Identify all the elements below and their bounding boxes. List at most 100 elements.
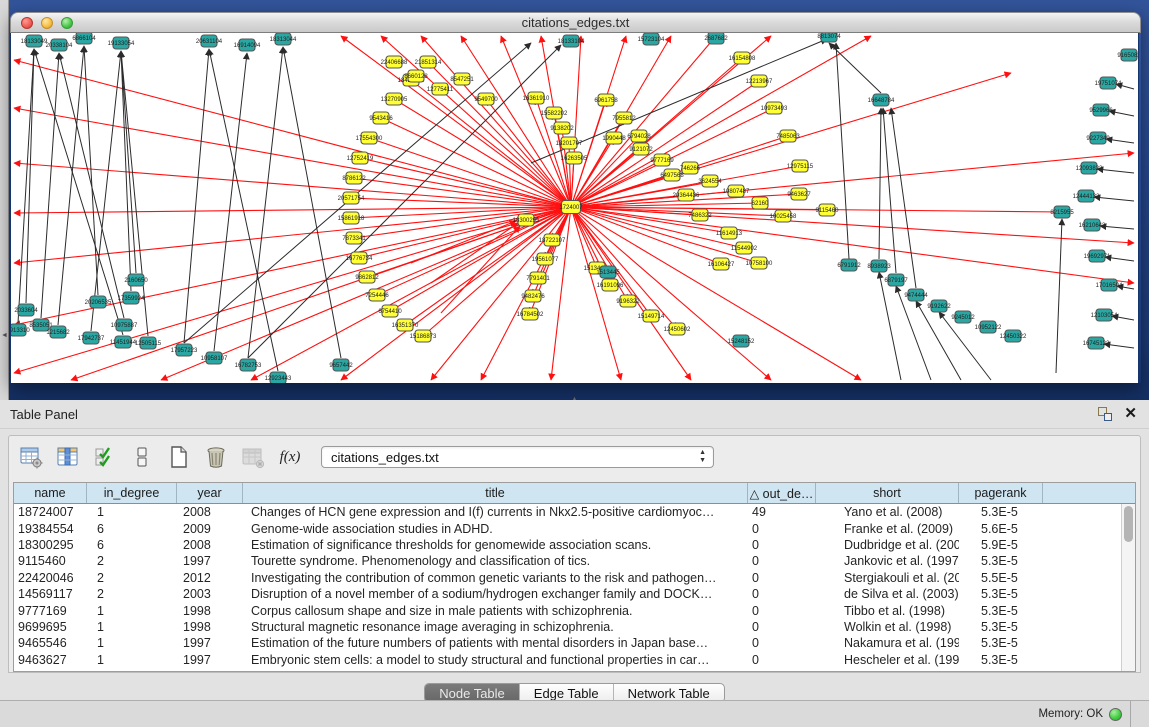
table-cell[interactable]: 19384554 xyxy=(14,522,87,536)
close-panel-icon[interactable]: ✕ xyxy=(1124,407,1137,421)
table-cell[interactable]: 2 xyxy=(87,571,177,585)
table-cell[interactable]: 0 xyxy=(748,522,816,536)
table-cell[interactable]: 2 xyxy=(87,587,177,601)
table-cell[interactable]: 49 xyxy=(748,505,816,519)
table-cell[interactable]: Nakamura et al. (1997) xyxy=(816,636,959,650)
table-cell[interactable]: Jankovic et al. (1997) xyxy=(816,554,959,568)
table-cell[interactable]: 9115460 xyxy=(14,554,87,568)
table-cell[interactable]: 1997 xyxy=(177,653,243,667)
column-header-pagerank[interactable]: pagerank xyxy=(959,483,1043,503)
table-cell[interactable]: 1 xyxy=(87,653,177,667)
table-cell[interactable]: 0 xyxy=(748,587,816,601)
table-cell[interactable]: 0 xyxy=(748,636,816,650)
table-cell[interactable]: Genome-wide association studies in ADHD. xyxy=(243,522,748,536)
network-canvas[interactable]: 2185131418420225132709059543416175543001… xyxy=(10,33,1139,383)
table-cell[interactable]: 18300295 xyxy=(14,538,87,552)
table-cell[interactable]: 2008 xyxy=(177,505,243,519)
table-cell[interactable]: 5.3E-5 xyxy=(959,604,1043,618)
table-selector-dropdown[interactable]: citations_edges.txt ▲▼ xyxy=(321,446,714,468)
table-cell[interactable]: 0 xyxy=(748,620,816,634)
column-header-title[interactable]: title xyxy=(243,483,748,503)
table-cell[interactable]: 2008 xyxy=(177,538,243,552)
table-cell[interactable]: 0 xyxy=(748,653,816,667)
network-view-window[interactable]: citations_edges.txt 21851314184202251327… xyxy=(10,12,1141,383)
table-cell[interactable]: 5.3E-5 xyxy=(959,636,1043,650)
table-cell[interactable]: 5.5E-5 xyxy=(959,571,1043,585)
collapsed-west-panel[interactable]: ◄ xyxy=(0,0,9,400)
column-header-year[interactable]: year xyxy=(177,483,243,503)
table-cell[interactable]: 1998 xyxy=(177,604,243,618)
table-cell[interactable]: 5.3E-5 xyxy=(959,554,1043,568)
table-cell[interactable]: Investigating the contribution of common… xyxy=(243,571,748,585)
column-header-name[interactable]: name xyxy=(14,483,87,503)
table-cell[interactable]: Dudbridge et al. (2008) xyxy=(816,538,959,552)
table-cell[interactable]: 1 xyxy=(87,604,177,618)
table-cell[interactable]: 0 xyxy=(748,554,816,568)
table-cell[interactable]: 5.3E-5 xyxy=(959,505,1043,519)
node-table-rows[interactable]: 1872400712008Changes of HCN gene express… xyxy=(14,504,1121,671)
table-options-icon[interactable] xyxy=(19,445,43,469)
column-header-short[interactable]: short xyxy=(816,483,959,503)
table-cell[interactable]: de Silva et al. (2003) xyxy=(816,587,959,601)
memory-ok-indicator-icon[interactable] xyxy=(1109,708,1122,721)
show-column-icon[interactable] xyxy=(56,445,80,469)
table-row[interactable]: 1456911722003Disruption of a novel membe… xyxy=(14,586,1121,602)
scrollbar-thumb[interactable] xyxy=(1124,506,1133,542)
table-row[interactable]: 1872400712008Changes of HCN gene express… xyxy=(14,504,1121,520)
table-cell[interactable]: 9777169 xyxy=(14,604,87,618)
table-cell[interactable]: Tourette syndrome. Phenomenology and cla… xyxy=(243,554,748,568)
table-cell[interactable]: 0 xyxy=(748,538,816,552)
selection-mode-icon[interactable] xyxy=(93,445,117,469)
table-cell[interactable]: 5.3E-5 xyxy=(959,653,1043,667)
table-row[interactable]: 946362711997Embryonic stem cells: a mode… xyxy=(14,652,1121,668)
table-cell[interactable]: Tibbo et al. (1998) xyxy=(816,604,959,618)
table-cell[interactable]: Yano et al. (2008) xyxy=(816,505,959,519)
table-cell[interactable]: 14569117 xyxy=(14,587,87,601)
column-header-in_degree[interactable]: in_degree xyxy=(87,483,177,503)
create-table-icon[interactable] xyxy=(167,445,191,469)
table-cell[interactable]: 0 xyxy=(748,604,816,618)
node-table-header[interactable]: namein_degreeyeartitle△ out_de…shortpage… xyxy=(14,483,1135,504)
table-cell[interactable]: 5.3E-5 xyxy=(959,620,1043,634)
table-row[interactable]: 1938455462009Genome-wide association stu… xyxy=(14,520,1121,536)
table-row[interactable]: 946554611997Estimation of the future num… xyxy=(14,635,1121,651)
table-cell[interactable]: Structural magnetic resonance image aver… xyxy=(243,620,748,634)
table-cell[interactable]: Franke et al. (2009) xyxy=(816,522,959,536)
table-cell[interactable]: 1 xyxy=(87,620,177,634)
table-cell[interactable]: Changes of HCN gene expression and I(f) … xyxy=(243,505,748,519)
table-cell[interactable]: 1998 xyxy=(177,620,243,634)
table-cell[interactable]: 5.3E-5 xyxy=(959,587,1043,601)
table-cell[interactable]: 2003 xyxy=(177,587,243,601)
table-cell[interactable]: 1997 xyxy=(177,636,243,650)
function-builder-icon[interactable]: f(x) xyxy=(278,445,302,469)
table-cell[interactable]: Disruption of a novel member of a sodium… xyxy=(243,587,748,601)
float-panel-icon[interactable] xyxy=(1098,407,1112,421)
table-cell[interactable]: 5.9E-5 xyxy=(959,538,1043,552)
table-cell[interactable]: 0 xyxy=(748,571,816,585)
table-cell[interactable]: 2009 xyxy=(177,522,243,536)
table-cell[interactable]: 2012 xyxy=(177,571,243,585)
table-cell[interactable]: 9463627 xyxy=(14,653,87,667)
table-cell[interactable]: Hescheler et al. (1997) xyxy=(816,653,959,667)
column-header-out_de[interactable]: △ out_de… xyxy=(748,483,816,503)
table-cell[interactable]: 9465546 xyxy=(14,636,87,650)
citation-network-graph[interactable]: 2185131418420225132709059543416175543001… xyxy=(11,33,1139,383)
table-cell[interactable]: 22420046 xyxy=(14,571,87,585)
delete-table-icon[interactable] xyxy=(204,445,228,469)
table-cell[interactable]: 2 xyxy=(87,554,177,568)
table-row[interactable]: 969969511998Structural magnetic resonanc… xyxy=(14,619,1121,635)
table-cell[interactable]: Corpus callosum shape and size in male p… xyxy=(243,604,748,618)
table-cell[interactable]: 1997 xyxy=(177,554,243,568)
table-cell[interactable]: 6 xyxy=(87,522,177,536)
table-cell[interactable]: 1 xyxy=(87,636,177,650)
table-row[interactable]: 977716911998Corpus callosum shape and si… xyxy=(14,602,1121,618)
table-cell[interactable]: Estimation of significance thresholds fo… xyxy=(243,538,748,552)
row-height-icon[interactable] xyxy=(130,445,154,469)
table-cell[interactable]: Wolkin et al. (1998) xyxy=(816,620,959,634)
table-cell[interactable]: 6 xyxy=(87,538,177,552)
table-cell[interactable]: 9699695 xyxy=(14,620,87,634)
table-row[interactable]: 911546021997Tourette syndrome. Phenomeno… xyxy=(14,553,1121,569)
table-cell[interactable]: Estimation of the future numbers of pati… xyxy=(243,636,748,650)
network-window-titlebar[interactable]: citations_edges.txt xyxy=(10,12,1141,33)
table-cell[interactable]: Stergiakouli et al. (2012) xyxy=(816,571,959,585)
